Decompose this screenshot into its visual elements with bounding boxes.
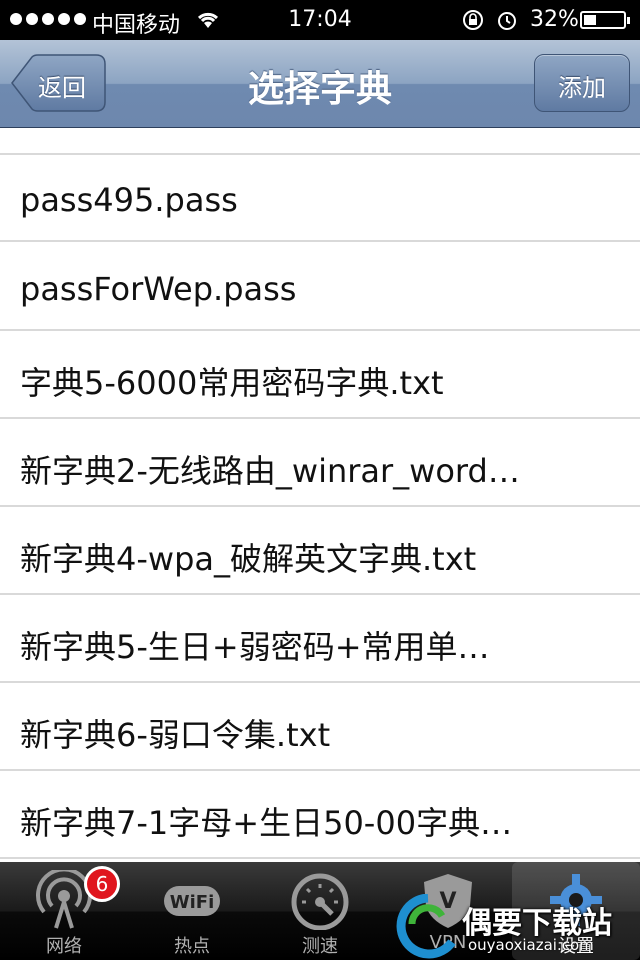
tab-label: 热点 [174, 936, 210, 957]
navigation-bar: 返回 选择字典 添加 [0, 40, 640, 128]
list-item[interactable]: 字典5-6000常用密码字典.txt [0, 332, 640, 419]
watermark-url: ouyaoxiazai.com [468, 936, 594, 954]
tab-label: 网络 [46, 936, 82, 957]
list-item-label: passForWep.pass [20, 270, 297, 308]
list-item[interactable]: pass495.pass [0, 155, 640, 242]
list-item-partial[interactable] [0, 128, 640, 155]
tab-network[interactable]: 6 网络 [0, 862, 128, 960]
list-item-label: 新字典5-生日+弱密码+常用单… [20, 628, 490, 666]
list-item-label: 新字典2-无线路由_winrar_word… [20, 452, 520, 490]
add-button[interactable]: 添加 [534, 54, 630, 112]
dictionary-list[interactable]: pass495.pass passForWep.pass 字典5-6000常用密… [0, 128, 640, 862]
list-item[interactable]: 新字典5-生日+弱密码+常用单… [0, 596, 640, 683]
list-item[interactable]: passForWep.pass [0, 244, 640, 331]
watermark-logo-icon [396, 893, 456, 959]
add-button-label: 添加 [558, 74, 606, 102]
list-item[interactable]: 新字典7-1字母+生日50-00字典… [0, 772, 640, 859]
list-item-label: 新字典6-弱口令集.txt [20, 716, 331, 754]
tab-label: 测速 [302, 936, 338, 957]
list-item-label: 新字典4-wpa_破解英文字典.txt [20, 540, 477, 578]
list-item[interactable]: 新字典2-无线路由_winrar_word… [0, 420, 640, 507]
status-bar: 中国移动 17:04 32% [0, 0, 640, 40]
rotation-lock-icon [463, 10, 483, 30]
tab-speedtest[interactable]: 测速 [256, 862, 384, 960]
list-item-label: pass495.pass [20, 181, 238, 219]
list-item-label: 字典5-6000常用密码字典.txt [20, 364, 444, 402]
list-item[interactable]: 新字典6-弱口令集.txt [0, 684, 640, 771]
list-item-label: 新字典7-1字母+生日50-00字典… [20, 804, 513, 842]
alarm-icon [498, 12, 516, 30]
battery-percent: 32% [530, 7, 579, 32]
list-item[interactable]: 新字典4-wpa_破解英文字典.txt [0, 508, 640, 595]
tab-hotspot[interactable]: WiFi 热点 [128, 862, 256, 960]
svg-text:WiFi: WiFi [170, 892, 215, 913]
notification-badge: 6 [84, 866, 120, 902]
wifi-icon: WiFi [164, 886, 220, 916]
site-watermark: 偶要下载站 ouyaoxiazai.com [392, 893, 640, 960]
speedometer-icon [291, 873, 349, 930]
battery-icon [580, 11, 630, 29]
